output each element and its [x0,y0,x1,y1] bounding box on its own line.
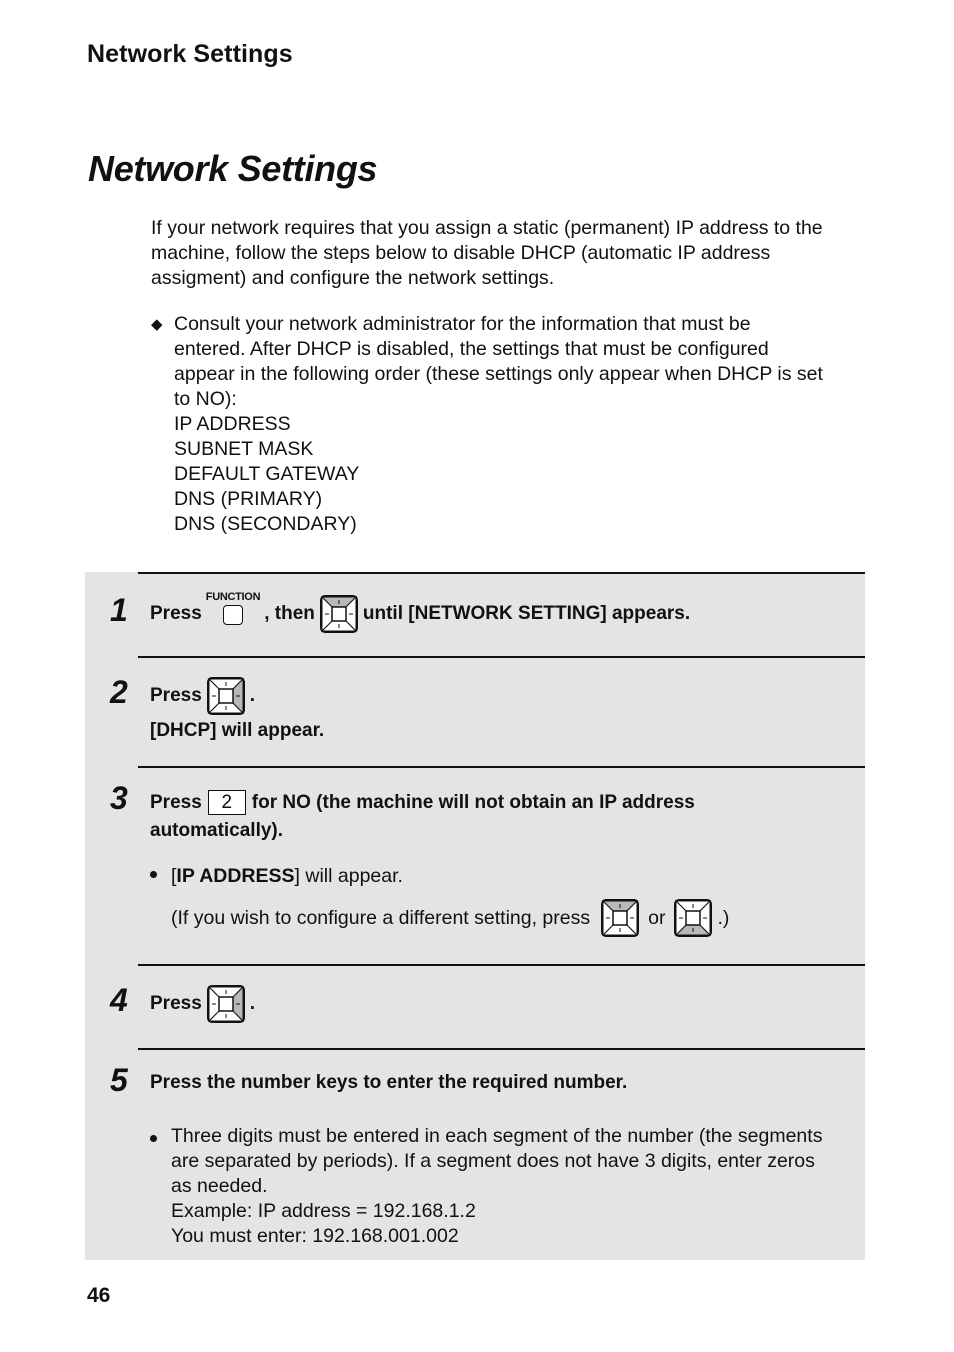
note-line: appear in the following order (these set… [174,363,823,385]
step-3-paren: (If you wish to configure a different se… [171,898,729,938]
settings-item: IP ADDRESS [174,413,291,435]
intro-line: machine, follow the steps below to disab… [151,242,771,264]
ip-address-label: IP ADDRESS [176,865,295,887]
page-number: 46 [87,1284,111,1307]
step-5-instruction: Press the number keys to enter the requi… [150,1072,628,1093]
function-key-icon: FUNCTION [205,591,261,625]
bullet-icon [150,1135,157,1142]
step-4-instruction: Press . [150,984,255,1024]
step-1-rest: until [NETWORK SETTING] appears. [362,603,691,624]
note-line: Consult your network administrator for t… [174,313,751,335]
arrow-key-up-icon [319,594,359,634]
step-3-bullet: [IP ADDRESS] will appear. [150,865,403,888]
step-number: 5 [110,1062,128,1098]
diamond-bullet-icon: ◆ [151,316,163,333]
bullet-line: Three digits must be entered in each seg… [171,1125,823,1147]
press-label: Press [150,993,202,1014]
press-label: Press [150,685,202,706]
step-number: 3 [110,780,128,816]
intro-paragraph: If your network requires that you assign… [151,216,861,291]
step-3-instruction: Press 2 for NO (the machine will not obt… [150,790,695,815]
step-number: 1 [110,592,128,628]
arrow-key-up-icon [600,898,640,938]
intro-line: assigment) and configure the network set… [151,267,555,289]
step-number: 2 [110,674,128,710]
step-5: 5 Press the number keys to enter the req… [110,1048,865,1262]
step-2-instruction: Press . [150,676,255,716]
step-5-bullet: Three digits must be entered in each seg… [150,1124,822,1249]
bullet-line: are separated by periods). If a segment … [171,1150,815,1172]
step-1: 1 Press FUNCTION , then until [NETWORK S… [110,572,865,658]
step-3-line2: automatically). [150,820,284,841]
arrow-key-right-icon [206,984,246,1024]
step-number: 4 [110,982,128,1018]
function-button-icon [223,605,243,625]
bullet-rest: ] will appear. [294,865,403,887]
then-label: , then [264,603,315,624]
step-3: 3 Press 2 for NO (the machine will not o… [110,766,865,966]
arrow-key-right-icon [206,676,246,716]
press-label: Press [150,603,202,624]
or-label: or [648,906,666,929]
running-head: Network Settings [87,40,293,68]
arrow-key-down-icon [673,898,713,938]
page-title: Network Settings [88,148,378,189]
function-key-label: FUNCTION [205,591,261,603]
note-line: to NO): [174,388,237,410]
step-2-result: [DHCP] will appear. [150,720,325,741]
step-3-rest: for NO (the machine will not obtain an I… [251,791,695,813]
paren-text: (If you wish to configure a different se… [171,906,591,929]
settings-item: DEFAULT GATEWAY [174,463,360,485]
example-line: Example: IP address = 192.168.1.2 [171,1200,476,1222]
step-2: 2 Press . [DHCP] will appear. [110,656,865,768]
step-1-instruction: Press FUNCTION , then until [NETWORK SET… [150,591,691,634]
period: . [249,993,256,1014]
step-4: 4 Press . [110,964,865,1050]
settings-item: DNS (PRIMARY) [174,488,323,510]
press-label: Press [150,791,202,813]
settings-list: IP ADDRESS SUBNET MASK DEFAULT GATEWAY D… [174,412,861,537]
number-key-2: 2 [207,790,246,815]
bullet-line: as needed. [171,1175,268,1197]
period: . [249,685,256,706]
settings-item: DNS (SECONDARY) [174,513,357,535]
intro-line: If your network requires that you assign… [151,217,823,239]
example-line: You must enter: 192.168.001.002 [171,1225,459,1247]
settings-item: SUBNET MASK [174,438,314,460]
note-line: entered. After DHCP is disabled, the set… [174,338,769,360]
paren-close: .) [717,906,730,929]
steps-panel: 1 Press FUNCTION , then until [NETWORK S… [85,572,865,1260]
bullet-icon [150,871,157,879]
note-block: ◆ Consult your network administrator for… [151,312,861,537]
